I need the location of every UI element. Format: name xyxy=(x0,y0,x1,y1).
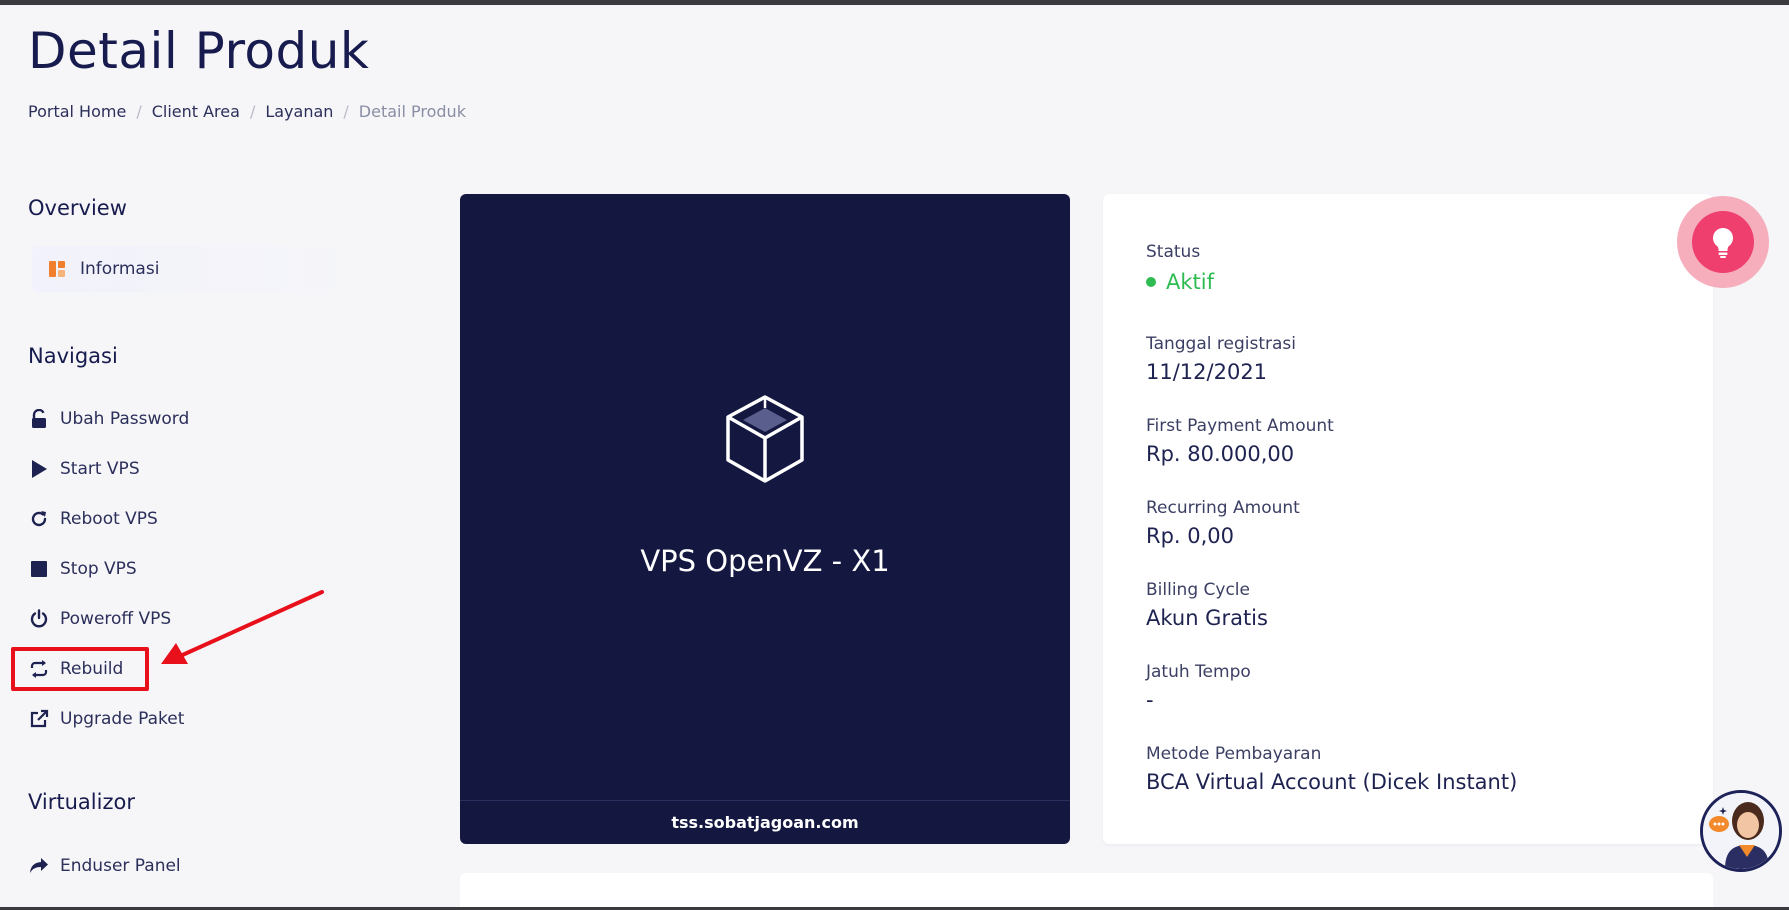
sidebar-item-poweroff-vps[interactable]: Poweroff VPS xyxy=(28,602,171,636)
product-domain-label: tss.sobatjagoan.com xyxy=(671,813,859,832)
sidebar-item-label: Rebuild xyxy=(60,659,124,679)
payment-method-value: BCA Virtual Account (Dicek Instant) xyxy=(1146,770,1518,794)
page-title: Detail Produk xyxy=(28,22,370,80)
status-badge: Aktif xyxy=(1146,270,1214,294)
sidebar-item-label: Stop VPS xyxy=(60,559,137,579)
sidebar-item-label: Poweroff VPS xyxy=(60,609,172,629)
breadcrumb-separator: / xyxy=(249,102,256,121)
first-payment-field: First Payment Amount Rp. 80.000,00 xyxy=(1146,416,1334,466)
first-payment-label: First Payment Amount xyxy=(1146,416,1334,436)
payment-method-field: Metode Pembayaran BCA Virtual Account (D… xyxy=(1146,744,1517,794)
lightbulb-icon xyxy=(1692,211,1754,273)
sidebar-item-enduser-panel[interactable]: Enduser Panel xyxy=(28,849,181,883)
virtualizor-heading: Virtualizor xyxy=(28,790,135,814)
recurring-amount-value: Rp. 0,00 xyxy=(1146,524,1235,548)
chat-agent-icon xyxy=(1703,793,1779,869)
first-payment-value: Rp. 80.000,00 xyxy=(1146,442,1295,466)
breadcrumb-current: Detail Produk xyxy=(358,102,466,121)
sidebar-item-label: Start VPS xyxy=(60,459,140,479)
registration-date-label: Tanggal registrasi xyxy=(1146,334,1296,354)
sidebar-item-label: Enduser Panel xyxy=(60,856,181,876)
registration-date-value: 11/12/2021 xyxy=(1146,360,1268,384)
external-link-icon xyxy=(28,708,50,730)
status-value: Aktif xyxy=(1166,270,1214,294)
cube-icon xyxy=(726,395,804,483)
status-dot-icon xyxy=(1146,277,1156,287)
due-date-field: Jatuh Tempo - xyxy=(1146,662,1251,712)
sidebar-item-label: Upgrade Paket xyxy=(60,709,185,729)
breadcrumb-portal-home[interactable]: Portal Home xyxy=(28,102,126,121)
overview-heading: Overview xyxy=(28,196,127,220)
sidebar-item-label: Informasi xyxy=(80,259,160,279)
breadcrumb-client-area[interactable]: Client Area xyxy=(152,102,240,121)
annotation-arrow-icon xyxy=(161,590,324,664)
product-name: VPS OpenVZ - X1 xyxy=(640,544,890,578)
dashboard-icon xyxy=(46,258,68,280)
share-icon xyxy=(28,855,50,877)
sidebar-item-upgrade-paket[interactable]: Upgrade Paket xyxy=(28,702,184,736)
recurring-amount-field: Recurring Amount Rp. 0,00 xyxy=(1146,498,1300,548)
lock-icon xyxy=(28,408,50,430)
product-details-card: Status Aktif Tanggal registrasi 11/12/20… xyxy=(1103,194,1713,844)
sidebar-item-ubah-password[interactable]: Ubah Password xyxy=(28,402,189,436)
breadcrumb-separator: / xyxy=(343,102,349,121)
billing-cycle-label: Billing Cycle xyxy=(1146,580,1250,600)
navigasi-heading: Navigasi xyxy=(28,344,118,368)
registration-date-field: Tanggal registrasi 11/12/2021 xyxy=(1146,334,1296,384)
payment-method-label: Metode Pembayaran xyxy=(1146,744,1322,764)
sidebar-item-reboot-vps[interactable]: Reboot VPS xyxy=(28,502,158,536)
sidebar-item-informasi[interactable]: Informasi xyxy=(32,246,382,292)
billing-cycle-field: Billing Cycle Akun Gratis xyxy=(1146,580,1268,630)
sidebar-item-stop-vps[interactable]: Stop VPS xyxy=(28,552,137,586)
sidebar-item-start-vps[interactable]: Start VPS xyxy=(28,452,140,486)
due-date-label: Jatuh Tempo xyxy=(1146,662,1251,682)
breadcrumb-separator: / xyxy=(136,102,142,121)
sidebar-item-label: Ubah Password xyxy=(60,409,190,429)
status-label: Status xyxy=(1146,242,1201,262)
breadcrumb-layanan[interactable]: Layanan xyxy=(265,102,333,121)
power-icon xyxy=(28,608,50,630)
sidebar-item-label: Reboot VPS xyxy=(60,509,158,529)
product-domain[interactable]: tss.sobatjagoan.com xyxy=(460,800,1070,844)
billing-cycle-value: Akun Gratis xyxy=(1146,606,1268,630)
play-icon xyxy=(28,458,50,480)
refresh-icon xyxy=(28,508,50,530)
recurring-amount-label: Recurring Amount xyxy=(1146,498,1300,518)
window-top-bar xyxy=(0,0,1789,5)
next-section-card xyxy=(460,873,1713,910)
tip-button[interactable] xyxy=(1677,196,1769,288)
sidebar-item-rebuild[interactable]: Rebuild xyxy=(28,652,123,686)
rebuild-icon xyxy=(28,658,50,680)
live-chat-avatar[interactable] xyxy=(1700,790,1782,872)
breadcrumb: Portal Home / Client Area / Layanan / De… xyxy=(28,102,466,121)
stop-icon xyxy=(28,558,50,580)
status-field: Status Aktif xyxy=(1146,242,1214,294)
product-card: VPS OpenVZ - X1 tss.sobatjagoan.com xyxy=(460,194,1070,844)
due-date-value: - xyxy=(1146,688,1154,712)
